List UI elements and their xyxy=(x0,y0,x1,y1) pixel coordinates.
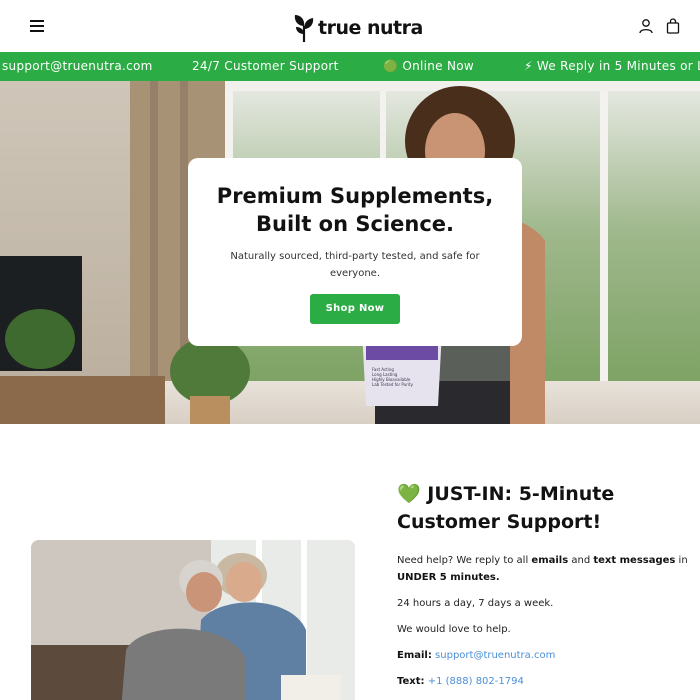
announcement-reply: ⚡ We Reply in 5 Minutes or Less xyxy=(524,59,700,73)
text-bold: text messages xyxy=(593,555,676,566)
hero-banner: Fast Acting Long Lasting Highly Bioavail… xyxy=(0,81,700,424)
support-title-text: JUST-IN: 5-Minute Customer Support! xyxy=(397,483,615,533)
support-paragraph-1: Need help? We reply to all emails and te… xyxy=(397,552,697,586)
support-phone-link[interactable]: +1 (888) 802-1794 xyxy=(428,676,524,687)
cart-icon[interactable] xyxy=(665,18,681,34)
leaf-logo-icon xyxy=(294,15,314,42)
site-header: true nutra xyxy=(0,0,700,52)
support-image xyxy=(31,540,355,700)
announcement-online: 🟢 Online Now xyxy=(383,59,475,73)
product-pouch-label: Fast Acting Long Lasting Highly Bioavail… xyxy=(372,367,432,387)
support-email-link[interactable]: support@truenutra.com xyxy=(435,650,555,661)
hero-title-line-1: Premium Supplements, xyxy=(216,184,494,208)
hero-title-line-2: Built on Science. xyxy=(255,212,455,236)
account-icon[interactable] xyxy=(638,18,654,34)
support-paragraph-2: 24 hours a day, 7 days a week. xyxy=(397,598,554,609)
text-segment: Need help? We reply to all xyxy=(397,555,532,566)
product-line: Lab Tested for Purity xyxy=(372,382,413,387)
text-label: Text: xyxy=(397,676,425,687)
site-logo[interactable]: true nutra xyxy=(292,12,423,44)
hero-subtitle: Naturally sourced, third-party tested, a… xyxy=(230,251,480,279)
announcement-email[interactable]: support@truenutra.com xyxy=(2,59,153,73)
hero-title: Premium Supplements, Built on Science. xyxy=(188,182,522,238)
support-paragraph-3: We would love to help. xyxy=(397,624,511,635)
text-bold: emails xyxy=(531,555,569,566)
green-heart-icon: 💚 xyxy=(397,483,421,505)
announcement-support: 24/7 Customer Support xyxy=(192,59,339,73)
text-segment: and xyxy=(568,555,594,566)
text-bold: UNDER 5 minutes. xyxy=(397,572,500,583)
support-section: 💚 JUST-IN: 5-Minute Customer Support! Ne… xyxy=(397,480,697,690)
logo-text: true nutra xyxy=(318,17,423,39)
announcement-bar: support@truenutra.com 24/7 Customer Supp… xyxy=(0,52,700,81)
support-email-line: Email: support@truenutra.com xyxy=(397,647,697,664)
menu-icon[interactable] xyxy=(30,20,44,32)
text-segment: in xyxy=(675,555,688,566)
email-label: Email: xyxy=(397,650,432,661)
support-title: 💚 JUST-IN: 5-Minute Customer Support! xyxy=(397,480,697,536)
hero-card: Premium Supplements, Built on Science. N… xyxy=(188,158,522,346)
support-text-line: Text: +1 (888) 802-1794 xyxy=(397,673,697,690)
shop-now-button[interactable]: Shop Now xyxy=(310,294,400,324)
